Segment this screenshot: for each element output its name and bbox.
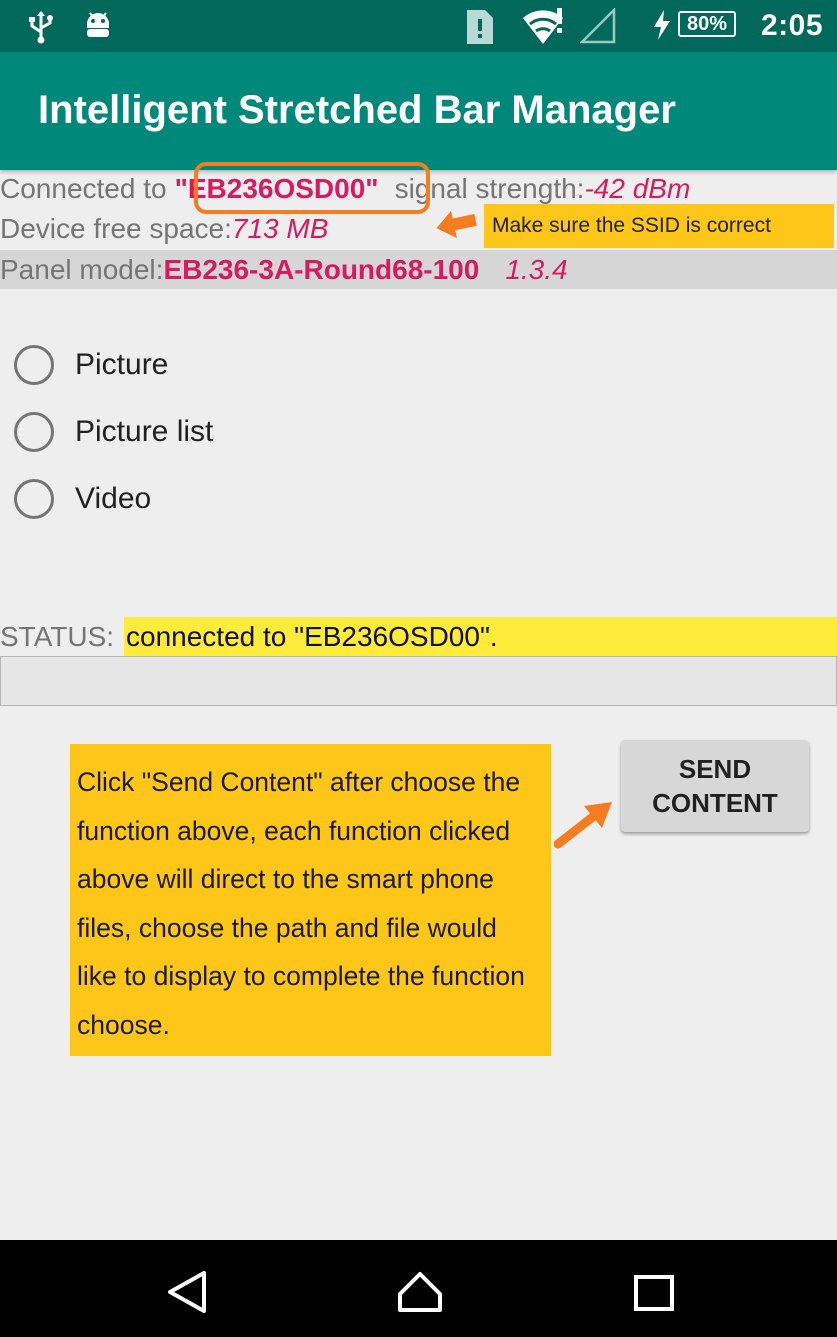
free-space-value: 713 MB — [231, 213, 329, 244]
version-value: 1.3.4 — [505, 254, 568, 285]
radio-label: Video — [75, 482, 152, 515]
cell-signal-icon — [578, 6, 616, 49]
radio-option-picture[interactable]: Picture — [14, 343, 168, 387]
radio-button[interactable] — [14, 345, 54, 385]
free-space-label: Device free space: — [0, 213, 232, 244]
status-row: STATUS: connected to "EB236OSD00". — [0, 617, 837, 657]
back-icon[interactable] — [166, 1270, 208, 1319]
radio-option-video[interactable]: Video — [14, 477, 151, 521]
connected-label: Connected to — [0, 173, 167, 204]
arrow-left-icon — [434, 206, 478, 245]
radio-button[interactable] — [14, 412, 54, 452]
recents-icon[interactable] — [634, 1275, 674, 1316]
send-content-button[interactable]: SEND CONTENT — [621, 740, 809, 832]
wifi-alert-icon — [522, 6, 566, 51]
ssid-highlight-box — [194, 162, 430, 214]
status-value: connected to "EB236OSD00". — [124, 617, 837, 657]
signal-value: -42 dBm — [584, 173, 691, 204]
app-bar: Intelligent Stretched Bar Manager — [0, 52, 837, 170]
app-title: Intelligent Stretched Bar Manager — [38, 88, 676, 132]
status-bar: 80% 2:05 — [0, 0, 837, 52]
radio-label: Picture — [75, 348, 169, 381]
panel-model-info: Panel model:EB236-3A-Round68-100 1.3.4 — [0, 250, 837, 289]
radio-option-picture-list[interactable]: Picture list — [14, 410, 213, 454]
clock: 2:05 — [760, 9, 823, 42]
navigation-bar — [0, 1240, 837, 1337]
ssid-note-callout: Make sure the SSID is correct — [484, 204, 834, 248]
radio-label: Picture list — [75, 415, 214, 448]
progress-field — [0, 656, 837, 706]
panel-model-value: EB236-3A-Round68-100 — [163, 254, 480, 285]
status-label: STATUS: — [0, 621, 115, 652]
usb-icon — [28, 10, 54, 49]
battery-icon: 80% — [678, 11, 736, 37]
battery-percent: 80% — [686, 13, 728, 35]
panel-label: Panel model: — [0, 254, 164, 285]
android-debug-icon — [84, 10, 112, 47]
free-space-info: Device free space:713 MB — [0, 213, 328, 245]
home-icon[interactable] — [396, 1270, 444, 1319]
arrow-up-right-icon — [553, 800, 616, 855]
send-content-note-callout: Click "Send Content" after choose the fu… — [70, 744, 551, 1056]
radio-button[interactable] — [14, 479, 54, 519]
sim-alert-icon — [465, 8, 495, 51]
charging-icon — [652, 10, 672, 45]
